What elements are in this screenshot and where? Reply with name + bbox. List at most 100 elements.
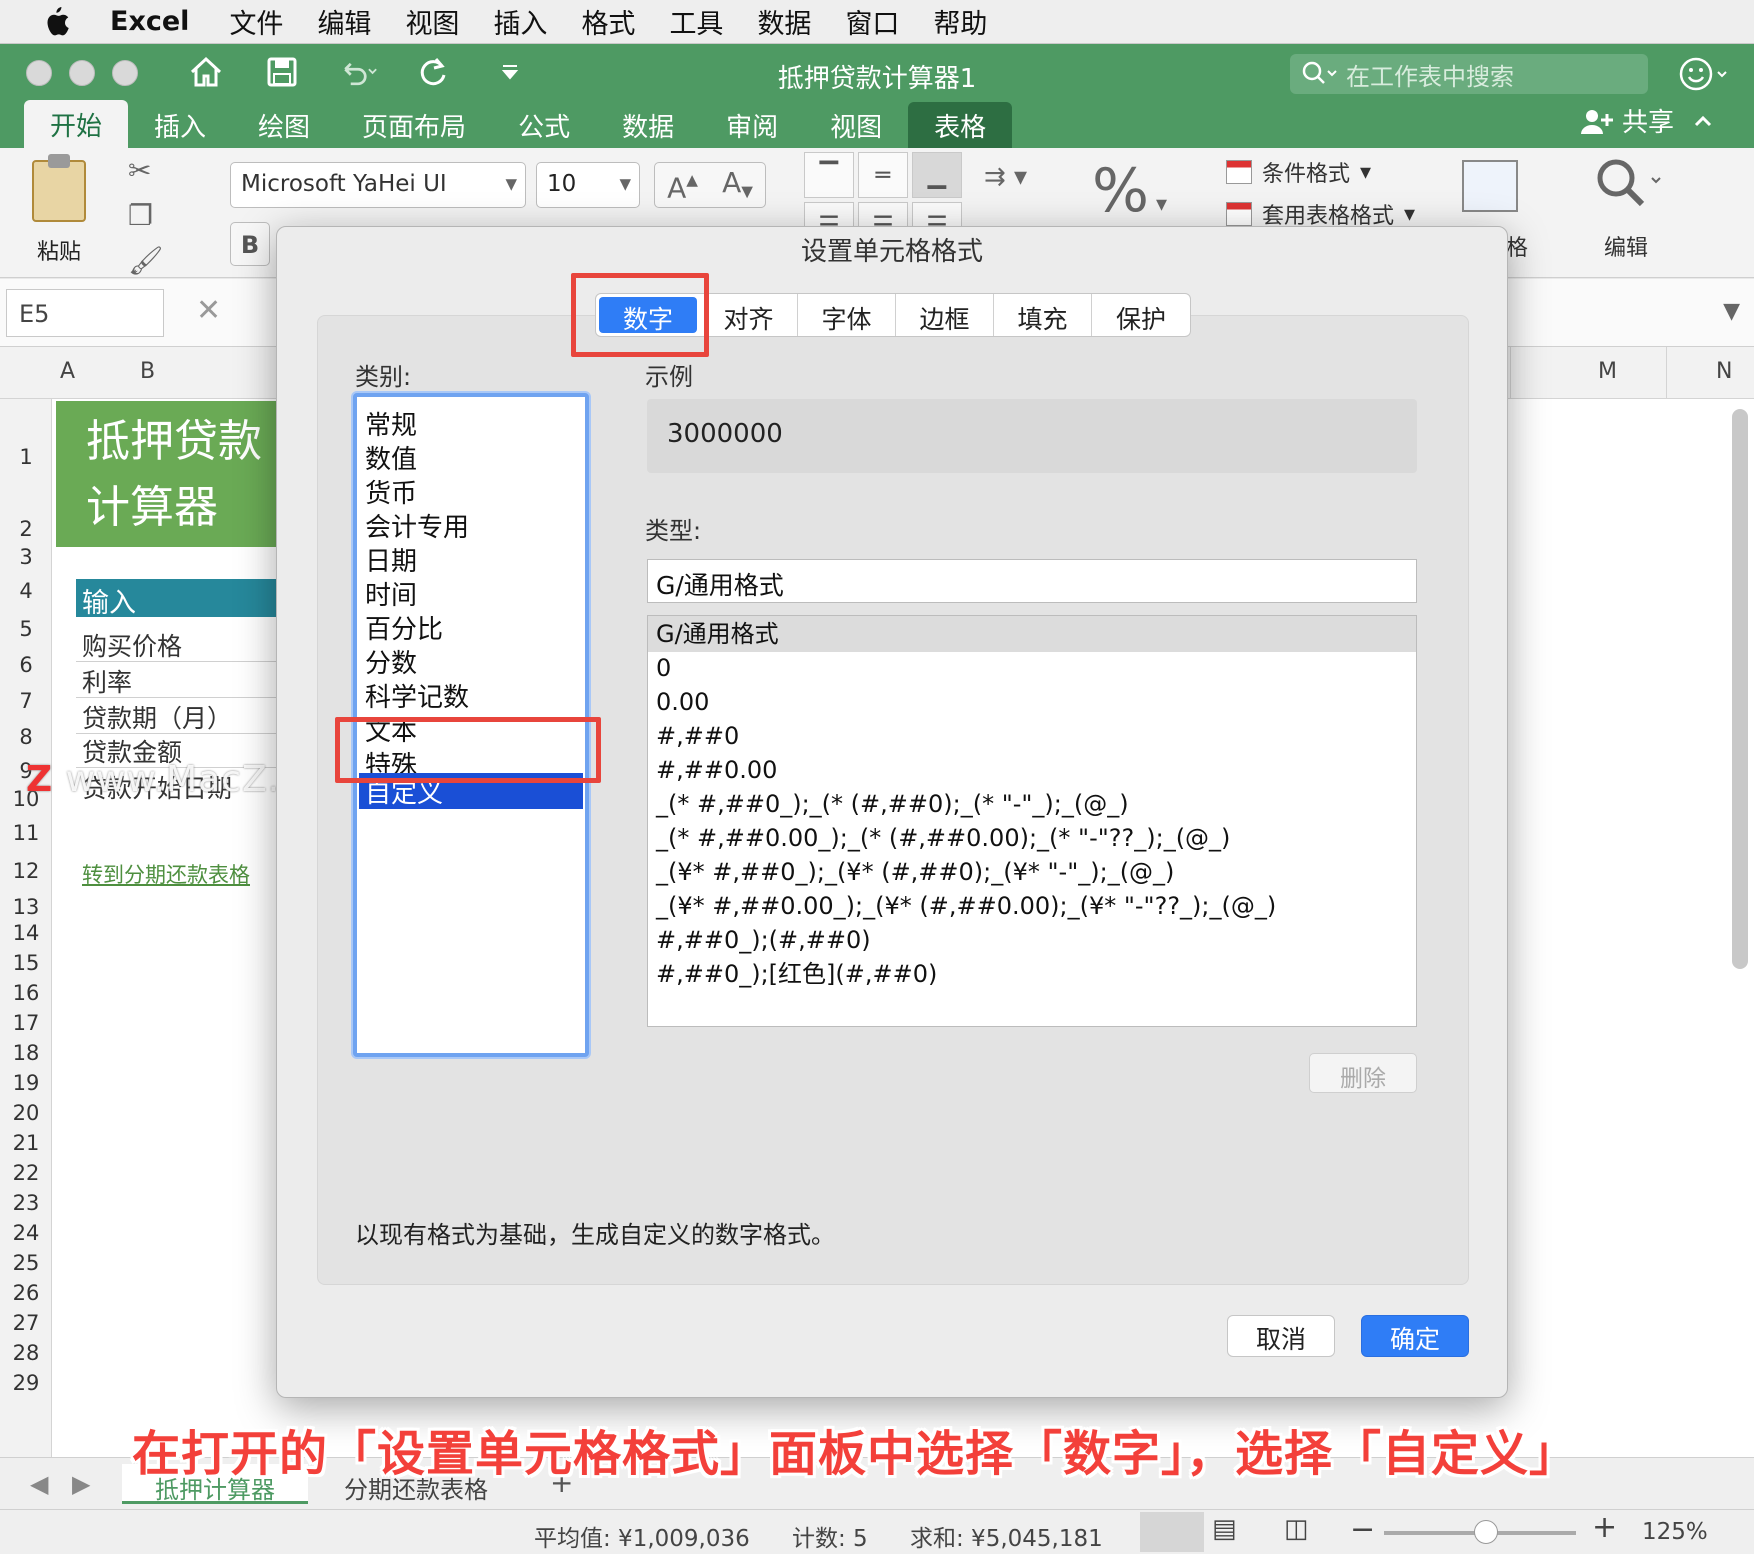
col-header-a[interactable]: A: [60, 359, 75, 384]
name-box[interactable]: E5: [6, 289, 164, 337]
row-header[interactable]: 14: [0, 921, 52, 945]
format-code-list[interactable]: G/通用格式 0 0.00 #,##0 #,##0.00 _(* #,##0_)…: [647, 615, 1417, 1027]
share-button[interactable]: 共享: [1580, 102, 1722, 139]
row-header[interactable]: 16: [0, 981, 52, 1005]
feedback-smiley-icon[interactable]: [1678, 54, 1727, 94]
delete-button[interactable]: 删除: [1309, 1053, 1417, 1093]
row-header[interactable]: 2: [0, 517, 52, 541]
format-item[interactable]: 0: [648, 650, 1416, 686]
category-scientific[interactable]: 科学记数: [365, 677, 469, 714]
format-item[interactable]: 0.00: [648, 684, 1416, 720]
row-header[interactable]: 1: [0, 445, 52, 469]
font-name-select[interactable]: Microsoft YaHei UI: [230, 162, 526, 208]
menu-insert[interactable]: 插入: [493, 2, 547, 41]
row-header[interactable]: 21: [0, 1131, 52, 1155]
find-edit-icon[interactable]: [1594, 156, 1661, 216]
format-item[interactable]: #,##0_);(#,##0): [648, 922, 1416, 958]
font-size-select[interactable]: 10: [536, 162, 640, 208]
menu-window[interactable]: 窗口: [845, 2, 899, 41]
cancel-button[interactable]: 取消: [1227, 1315, 1335, 1357]
category-date[interactable]: 日期: [365, 541, 417, 578]
row-header[interactable]: 18: [0, 1041, 52, 1065]
align-top-icon[interactable]: ▔: [804, 152, 854, 198]
menu-edit[interactable]: 编辑: [317, 2, 371, 41]
menu-help[interactable]: 帮助: [933, 2, 987, 41]
format-item[interactable]: #,##0_);[红色](#,##0): [648, 956, 1416, 992]
tab-font[interactable]: 字体: [798, 294, 896, 336]
format-painter-icon[interactable]: 🖌: [128, 244, 164, 277]
prev-sheet-icon[interactable]: ◀: [30, 1470, 48, 1498]
tab-table[interactable]: 表格: [908, 102, 1013, 148]
zoom-in-icon[interactable]: +: [1592, 1510, 1617, 1545]
close-window-button[interactable]: [26, 60, 52, 86]
customize-toolbar-icon[interactable]: [490, 52, 530, 92]
format-item[interactable]: _(* #,##0_);_(* (#,##0);_(* "-"_);_(@_): [648, 786, 1416, 822]
row-header[interactable]: 6: [0, 653, 52, 677]
copy-icon[interactable]: ❐: [128, 199, 164, 232]
row-header[interactable]: 19: [0, 1071, 52, 1095]
tab-view[interactable]: 视图: [804, 102, 908, 148]
category-percentage[interactable]: 百分比: [365, 609, 443, 646]
row-header[interactable]: 4: [0, 579, 52, 603]
tab-review[interactable]: 审阅: [700, 102, 804, 148]
tab-fill[interactable]: 填充: [994, 294, 1092, 336]
collapse-ribbon-icon[interactable]: [1682, 111, 1722, 131]
row-header[interactable]: 29: [0, 1371, 52, 1395]
category-number[interactable]: 数值: [365, 439, 417, 476]
conditional-format-button[interactable]: 条件格式 ▾: [1226, 156, 1415, 188]
decrease-font-icon[interactable]: A▾: [722, 166, 753, 205]
row-header[interactable]: 3: [0, 545, 52, 569]
undo-icon[interactable]: [338, 52, 378, 92]
row-header[interactable]: 8: [0, 725, 52, 749]
percent-format-button[interactable]: % ▾: [1092, 156, 1167, 226]
category-general[interactable]: 常规: [365, 405, 417, 442]
menu-view[interactable]: 视图: [405, 2, 459, 41]
increase-font-icon[interactable]: A▴: [667, 165, 698, 204]
category-accounting[interactable]: 会计专用: [365, 507, 469, 544]
redo-icon[interactable]: [414, 52, 454, 92]
tab-protection[interactable]: 保护: [1092, 294, 1190, 336]
align-bottom-icon[interactable]: ▁: [912, 152, 962, 198]
paste-button[interactable]: 粘贴: [24, 154, 94, 266]
tab-draw[interactable]: 绘图: [232, 102, 336, 148]
bold-button[interactable]: B: [230, 222, 270, 266]
row-header[interactable]: 25: [0, 1251, 52, 1275]
tab-page-layout[interactable]: 页面布局: [336, 102, 492, 148]
page-layout-view-icon[interactable]: ▤: [1212, 1514, 1237, 1544]
next-sheet-icon[interactable]: ▶: [72, 1470, 90, 1498]
page-break-view-icon[interactable]: ◫: [1284, 1514, 1309, 1544]
cut-icon[interactable]: ✂: [128, 154, 164, 187]
apple-menu-icon[interactable]: [0, 5, 110, 39]
zoom-slider-handle[interactable]: [1474, 1520, 1498, 1544]
minimize-window-button[interactable]: [69, 60, 95, 86]
sheet-search-input[interactable]: 在工作表中搜索: [1290, 54, 1648, 94]
tab-home[interactable]: 开始: [24, 100, 129, 148]
input-section-header[interactable]: 输入: [76, 579, 276, 619]
label-purchase-price[interactable]: 购买价格: [82, 627, 182, 663]
align-middle-icon[interactable]: ═: [858, 152, 908, 198]
row-header[interactable]: 23: [0, 1191, 52, 1215]
row-header[interactable]: 12: [0, 859, 52, 883]
save-icon[interactable]: [262, 52, 302, 92]
col-header-m[interactable]: M: [1598, 359, 1617, 384]
row-header[interactable]: 7: [0, 689, 52, 713]
format-item[interactable]: G/通用格式: [648, 616, 1416, 652]
category-time[interactable]: 时间: [365, 575, 417, 612]
menu-file[interactable]: 文件: [229, 2, 283, 41]
row-header[interactable]: 27: [0, 1311, 52, 1335]
row-header[interactable]: 5: [0, 617, 52, 641]
menu-data[interactable]: 数据: [757, 2, 811, 41]
format-item[interactable]: _(* #,##0.00_);_(* (#,##0.00);_(* "-"??_…: [648, 820, 1416, 856]
menu-tools[interactable]: 工具: [669, 2, 723, 41]
row-header[interactable]: 22: [0, 1161, 52, 1185]
zoom-window-button[interactable]: [112, 60, 138, 86]
vertical-scrollbar[interactable]: [1732, 409, 1748, 969]
row-header[interactable]: 28: [0, 1341, 52, 1365]
row-header[interactable]: 24: [0, 1221, 52, 1245]
label-loan-term[interactable]: 贷款期（月）: [82, 699, 232, 735]
row-header[interactable]: 26: [0, 1281, 52, 1305]
normal-view-icon[interactable]: [1140, 1512, 1204, 1552]
amortization-link[interactable]: 转到分期还款表格: [82, 859, 250, 889]
zoom-out-icon[interactable]: −: [1350, 1512, 1375, 1547]
tab-insert[interactable]: 插入: [128, 102, 232, 148]
